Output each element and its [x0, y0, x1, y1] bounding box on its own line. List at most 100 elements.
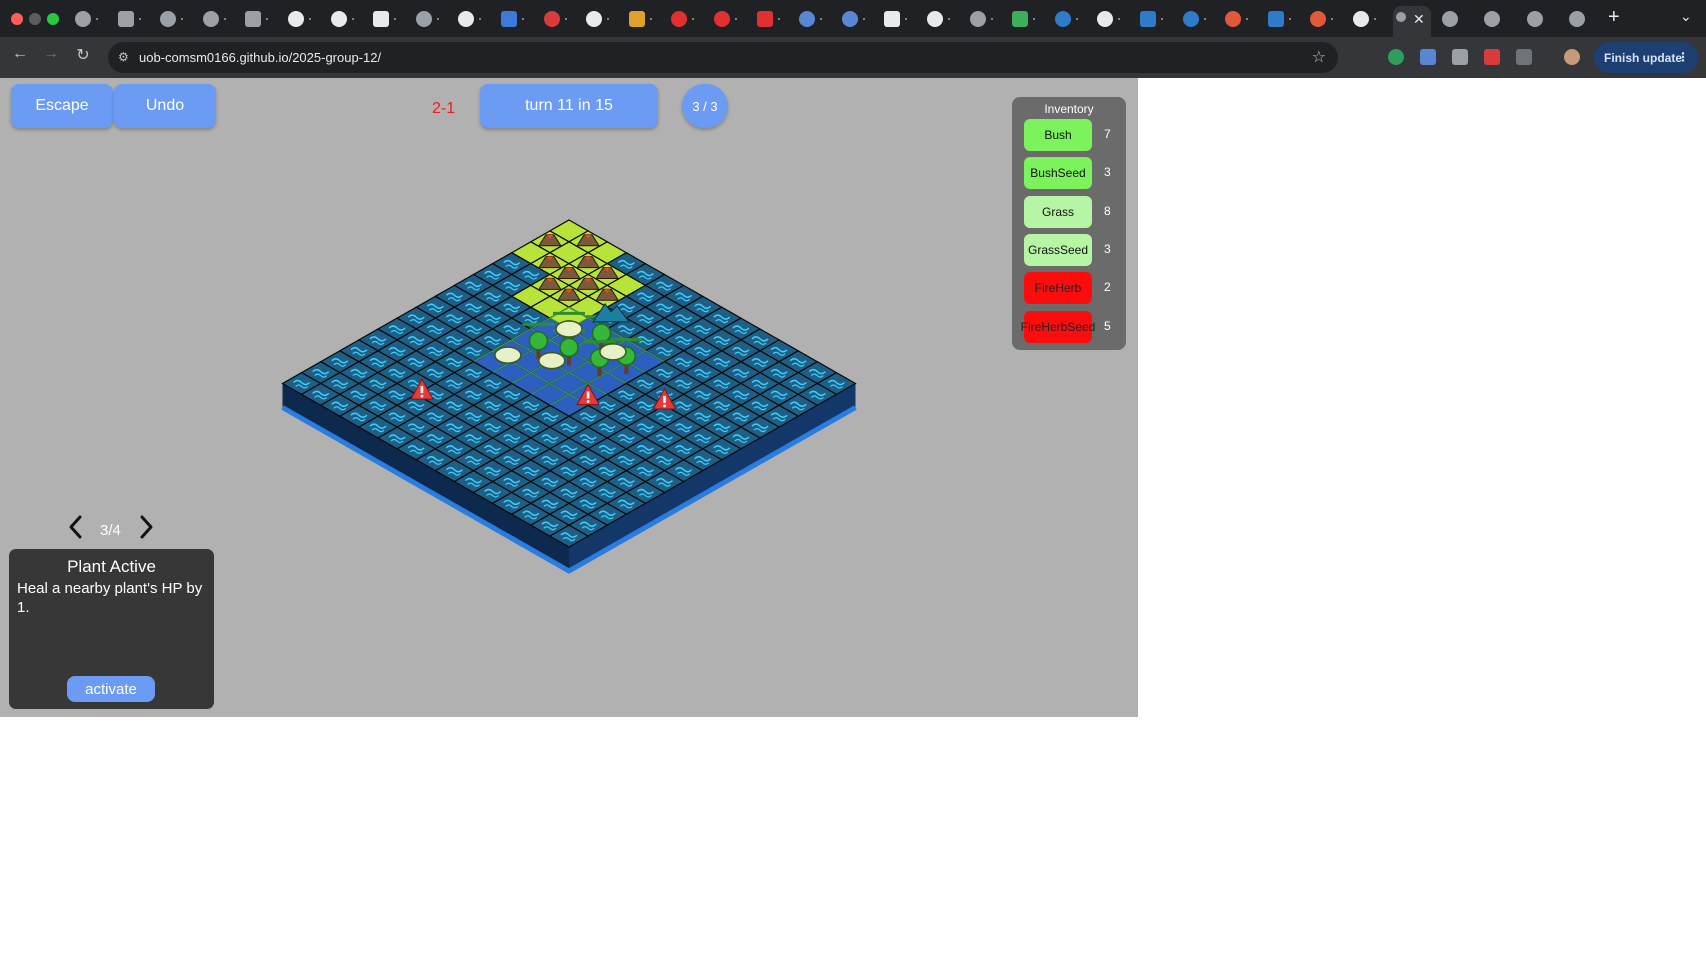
tab-favicon-icon[interactable]: [884, 11, 901, 27]
inventory-row: Bush 7: [1012, 119, 1126, 151]
active-tab[interactable]: ✕: [1393, 6, 1431, 37]
tab-favicon-icon[interactable]: [75, 11, 91, 27]
close-tab-icon[interactable]: ✕: [1413, 11, 1425, 28]
tab-favicon-icon[interactable]: [1182, 11, 1199, 27]
inventory-item-button[interactable]: BushSeed: [1024, 157, 1092, 190]
close-window-button[interactable]: [11, 13, 23, 25]
inventory-row: GrassSeed 3: [1012, 233, 1126, 266]
tab-favicon-icon[interactable]: [1097, 11, 1114, 27]
game-canvas[interactable]: Escape Undo 2-1 turn 11 in 15 3 / 3 Inve…: [0, 78, 1138, 717]
tab-favicon-icon[interactable]: [202, 11, 219, 27]
card-title: Plant Active: [67, 557, 156, 576]
tab-favicon-icon[interactable]: [501, 11, 517, 27]
back-arrow-icon[interactable]: ←: [8, 45, 32, 63]
tab-favicon-icon[interactable]: [927, 11, 943, 27]
forward-arrow-icon[interactable]: →: [39, 45, 63, 63]
tab-favicon-icon[interactable]: [671, 11, 688, 27]
tab-divider: [820, 18, 823, 20]
tab-favicon-icon[interactable]: [1527, 11, 1543, 27]
tab-favicon-icon[interactable]: [1267, 11, 1284, 27]
tab-favicon-icon[interactable]: [458, 11, 475, 27]
avatar[interactable]: [1564, 49, 1580, 65]
extensions-puzzle-icon[interactable]: [1516, 49, 1532, 65]
extension-video-icon[interactable]: [1484, 49, 1500, 65]
inventory-item-count: 2: [1104, 280, 1111, 295]
inventory-item-count: 3: [1104, 165, 1111, 180]
tab-divider: [692, 18, 695, 20]
tab-favicon-icon[interactable]: [1353, 11, 1369, 27]
warning-dot: [586, 400, 590, 403]
finish-update-button[interactable]: Finish update ⋮: [1594, 42, 1698, 73]
turn-indicator-button[interactable]: turn 11 in 15: [480, 84, 658, 128]
level-label: 2-1: [432, 100, 456, 117]
star-icon[interactable]: ☆: [1312, 47, 1326, 67]
tab-divider: [948, 18, 950, 20]
inventory-item-button[interactable]: GrassSeed: [1024, 233, 1092, 266]
tab-favicon-icon[interactable]: [1310, 11, 1327, 27]
inventory-item-button[interactable]: Grass: [1024, 195, 1092, 228]
tab-divider: [1374, 18, 1376, 20]
bush-icon: [538, 351, 566, 370]
extension-record-icon[interactable]: [1388, 49, 1404, 65]
more-menu-icon[interactable]: ⋮: [1677, 50, 1689, 64]
tab-favicon-icon[interactable]: [415, 11, 432, 27]
tab-favicon-icon[interactable]: [117, 11, 134, 27]
tab-favicon-icon[interactable]: [628, 11, 645, 27]
tab-divider: [394, 18, 397, 20]
tab-favicon-icon[interactable]: [714, 11, 730, 27]
chevron-left-icon[interactable]: [66, 513, 86, 541]
tab-favicon-icon[interactable]: [1225, 11, 1242, 27]
tab-favicon-icon[interactable]: [1484, 11, 1500, 27]
tab-favicon-icon[interactable]: [586, 11, 603, 27]
inventory-item-count: 5: [1104, 318, 1111, 333]
tab-favicon-icon[interactable]: [245, 11, 262, 27]
tab-divider: [564, 18, 567, 20]
tree-hp-bar: [522, 322, 555, 326]
site-info-icon[interactable]: ⚙: [118, 50, 133, 65]
extension-translate-icon[interactable]: [1420, 49, 1436, 65]
browser-tab-bar: ✕ + ⌄: [0, 0, 1706, 37]
tab-divider: [649, 18, 652, 20]
activate-button[interactable]: activate: [67, 676, 155, 702]
tab-favicon-icon[interactable]: [1140, 11, 1156, 27]
undo-button[interactable]: Undo: [114, 84, 216, 128]
inventory-item-button[interactable]: Bush: [1024, 119, 1092, 151]
escape-button[interactable]: Escape: [11, 84, 113, 128]
tab-favicon-icon[interactable]: [160, 11, 177, 27]
tab-favicon-icon: [1396, 12, 1406, 22]
tab-favicon-icon[interactable]: [841, 11, 858, 27]
warning-mark: [586, 391, 590, 399]
tab-favicon-icon[interactable]: [799, 11, 816, 27]
address-bar[interactable]: ⚙ uob-comsm0166.github.io/2025-group-12/…: [108, 42, 1338, 73]
tab-divider: [181, 18, 184, 20]
tab-favicon-icon[interactable]: [330, 11, 347, 27]
new-tab-button[interactable]: +: [1608, 6, 1620, 29]
inventory-row: BushSeed 3: [1012, 157, 1126, 190]
tab-favicon-icon[interactable]: [288, 11, 304, 27]
tab-favicon-icon[interactable]: [1012, 11, 1029, 27]
tab-favicon-icon[interactable]: [756, 11, 773, 27]
tab-divider: [1161, 18, 1163, 20]
warning-mark: [663, 395, 666, 403]
minimize-window-button[interactable]: [29, 13, 41, 25]
tab-favicon-icon[interactable]: [1054, 11, 1071, 27]
tab-divider: [266, 18, 269, 20]
reload-icon[interactable]: ↻: [71, 45, 95, 65]
tab-divider: [607, 18, 610, 20]
tab-divider: [735, 18, 737, 20]
zoom-window-button[interactable]: [47, 13, 59, 25]
bush-icon: [494, 346, 522, 364]
tab-search-icon[interactable]: ⌄: [1680, 8, 1692, 25]
inventory-item-button[interactable]: FireHerb: [1024, 272, 1092, 305]
chevron-right-icon[interactable]: [136, 513, 156, 541]
tab-favicon-icon[interactable]: [1442, 11, 1458, 27]
tab-favicon-icon[interactable]: [1569, 11, 1585, 27]
tree-icon: [528, 331, 549, 351]
tab-favicon-icon[interactable]: [969, 11, 986, 27]
tab-favicon-icon[interactable]: [543, 11, 560, 27]
tab-favicon-icon[interactable]: [373, 11, 390, 27]
inventory-item-button[interactable]: FireHerbSeed: [1021, 310, 1095, 343]
action-counter-button[interactable]: 3 / 3: [682, 84, 728, 128]
extension-camera-icon[interactable]: [1452, 49, 1468, 65]
url-text[interactable]: uob-comsm0166.github.io/2025-group-12/: [139, 50, 381, 65]
